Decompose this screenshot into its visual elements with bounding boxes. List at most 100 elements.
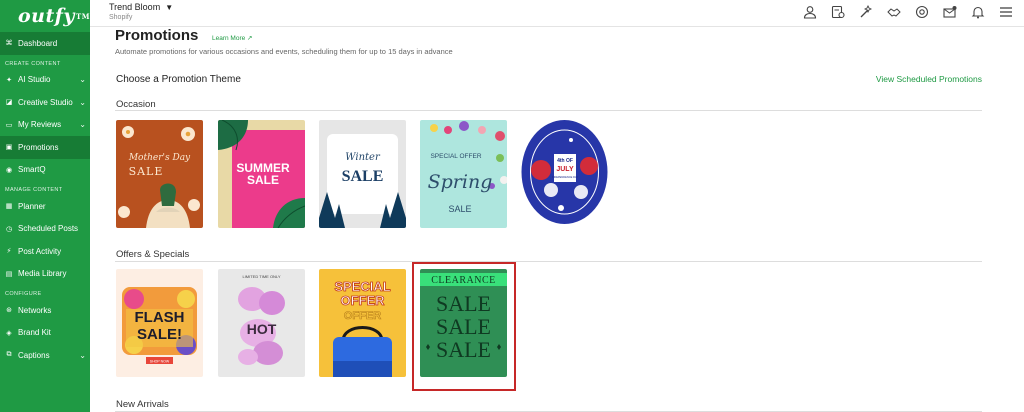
page-subtitle: Automate promotions for various occasion… [115, 47, 453, 56]
view-scheduled-promotions-link[interactable]: View Scheduled Promotions [876, 74, 982, 84]
logo-tm: TM [75, 11, 90, 21]
sidebar-item-label: My Reviews [18, 120, 62, 130]
queue-icon: ◉ [5, 166, 13, 174]
special-offer-artwork: SPECIAL OFFER OFFER [319, 269, 406, 377]
sidebar-item-brand-kit[interactable]: ◈ Brand Kit [0, 322, 90, 345]
sidebar-item-networks[interactable]: ⊛ Networks [0, 299, 90, 322]
svg-text:OFFER: OFFER [344, 310, 381, 322]
svg-text:Winter: Winter [345, 152, 381, 163]
svg-text:SALE!: SALE! [137, 326, 182, 343]
tools-icon[interactable] [858, 4, 874, 20]
store-platform: Shopify [109, 14, 133, 21]
spring-sale-artwork: SPECIAL OFFER Spring SALE [420, 120, 507, 228]
sidebar-item-label: Post Activity [18, 246, 62, 256]
divider [115, 261, 982, 262]
outfy-logo[interactable]: outfy TM [0, 0, 90, 32]
theme-tile-spring-sale[interactable]: SPECIAL OFFER Spring SALE [420, 120, 507, 228]
svg-text:SHOP NOW: SHOP NOW [150, 360, 170, 364]
theme-tile-mothers-day[interactable]: Mother's Day SALE [116, 120, 203, 228]
sparkle-icon: ✦ [6, 76, 12, 84]
category-title-occasion: Occasion [116, 99, 156, 110]
palette-icon: ◪ [5, 99, 13, 107]
divider [115, 110, 982, 111]
svg-text:SPECIAL: SPECIAL [334, 279, 390, 294]
selected-theme-highlight [412, 262, 516, 391]
sidebar-item-label: Planner [18, 201, 46, 211]
calendar-icon: ▦ [5, 203, 13, 211]
activity-icon: ⚡ [6, 248, 12, 256]
svg-text:SALE: SALE [342, 168, 384, 185]
sidebar-item-label: Scheduled Posts [18, 224, 79, 234]
topbar-icons [802, 4, 1014, 20]
sidebar-item-label: Media Library [18, 269, 67, 279]
section-configure: CONFIGURE [5, 291, 42, 297]
svg-text:4th OF: 4th OF [557, 158, 573, 164]
svg-text:SPECIAL OFFER: SPECIAL OFFER [430, 153, 481, 160]
store-name: Trend Bloom [109, 2, 161, 12]
dashboard-icon: ⌘ [5, 40, 13, 48]
section-create-content: CREATE CONTENT [5, 60, 61, 67]
fourth-of-july-artwork: 4th OF JULY INDEPENDENCE DAY [521, 120, 608, 228]
sidebar-item-media-library[interactable]: ▤ Media Library [0, 263, 90, 286]
theme-tile-hot-sale[interactable]: LIMITED TIME ONLY HOT [218, 269, 305, 377]
sidebar-item-my-reviews[interactable]: ▭ My Reviews ⌄ [0, 114, 90, 137]
logo-text: outfy [18, 5, 75, 27]
caption-icon: ⧉ [6, 351, 12, 359]
mail-icon[interactable] [942, 4, 958, 20]
sidebar-item-creative-studio[interactable]: ◪ Creative Studio ⌄ [0, 91, 90, 114]
theme-tile-summer-sale[interactable]: SUMMER SALE [218, 120, 305, 228]
sidebar-item-label: Brand Kit [18, 328, 51, 338]
sidebar-item-label: AI Studio [18, 75, 51, 85]
sidebar-item-promotions[interactable]: ▣ Promotions [0, 136, 90, 159]
sidebar-item-label: Promotions [18, 142, 59, 152]
svg-text:HOT: HOT [247, 321, 277, 337]
chevron-down-icon: ⌄ [79, 97, 86, 107]
sidebar-item-captions[interactable]: ⧉ Captions ⌄ [0, 344, 90, 367]
store-selector[interactable]: Trend Bloom ▼ Shopify [109, 2, 173, 21]
sidebar-item-smartq[interactable]: ◉ SmartQ [0, 159, 90, 182]
category-title-new-arrivals: New Arrivals [116, 399, 169, 410]
sidebar-item-dashboard[interactable]: ⌘ Dashboard [0, 32, 90, 55]
network-icon: ⊛ [6, 307, 12, 315]
chevron-down-icon: ⌄ [79, 120, 86, 130]
learn-more-link[interactable]: Learn More ↗ [212, 34, 253, 42]
image-icon: ▤ [5, 270, 13, 278]
user-icon[interactable] [802, 4, 818, 20]
mothers-day-artwork: Mother's Day SALE [116, 120, 203, 228]
summer-sale-artwork: SUMMER SALE [218, 120, 305, 228]
svg-text:INDEPENDENCE DAY: INDEPENDENCE DAY [552, 175, 579, 179]
theme-tile-flash-sale[interactable]: FLASH SALE! SHOP NOW [116, 269, 203, 377]
billing-icon[interactable] [830, 4, 846, 20]
chevron-down-icon: ⌄ [79, 75, 86, 85]
sidebar-item-label: Creative Studio [18, 97, 73, 107]
sidebar-item-label: Networks [18, 305, 52, 315]
review-icon: ▭ [5, 121, 13, 129]
section-manage-content: MANAGE CONTENT [5, 187, 63, 193]
support-icon[interactable] [914, 4, 930, 20]
sidebar-item-label: Captions [18, 350, 50, 360]
caret-down-icon: ▼ [165, 2, 174, 12]
theme-tile-winter-sale[interactable]: Winter SALE [319, 120, 406, 228]
svg-text:Spring: Spring [428, 171, 493, 193]
chevron-down-icon: ⌄ [79, 350, 86, 360]
brand-icon: ◈ [6, 329, 12, 337]
winter-sale-artwork: Winter SALE [319, 120, 406, 228]
theme-tile-special-offer[interactable]: SPECIAL OFFER OFFER [319, 269, 406, 377]
hot-sale-artwork: LIMITED TIME ONLY HOT [218, 269, 305, 377]
sidebar-item-post-activity[interactable]: ⚡ Post Activity [0, 240, 90, 263]
promotions-page: Promotions Learn More ↗ Automate promoti… [115, 27, 982, 412]
sidebar-item-ai-studio[interactable]: ✦ AI Studio ⌄ [0, 69, 90, 92]
svg-text:JULY: JULY [556, 166, 574, 173]
choose-theme-heading: Choose a Promotion Theme [116, 74, 241, 85]
clock-icon: ◷ [5, 225, 13, 233]
handshake-icon[interactable] [886, 4, 902, 20]
theme-tile-fourth-of-july[interactable]: 4th OF JULY INDEPENDENCE DAY [521, 120, 608, 228]
notification-icon[interactable] [970, 4, 986, 20]
sidebar-item-planner[interactable]: ▦ Planner [0, 195, 90, 218]
sidebar-item-scheduled-posts[interactable]: ◷ Scheduled Posts [0, 218, 90, 241]
svg-text:Mother's Day: Mother's Day [128, 153, 191, 163]
svg-text:SALE: SALE [129, 165, 164, 178]
sidebar-item-label: Dashboard [18, 38, 58, 48]
menu-icon[interactable] [998, 4, 1014, 20]
svg-text:FLASH: FLASH [135, 309, 185, 326]
